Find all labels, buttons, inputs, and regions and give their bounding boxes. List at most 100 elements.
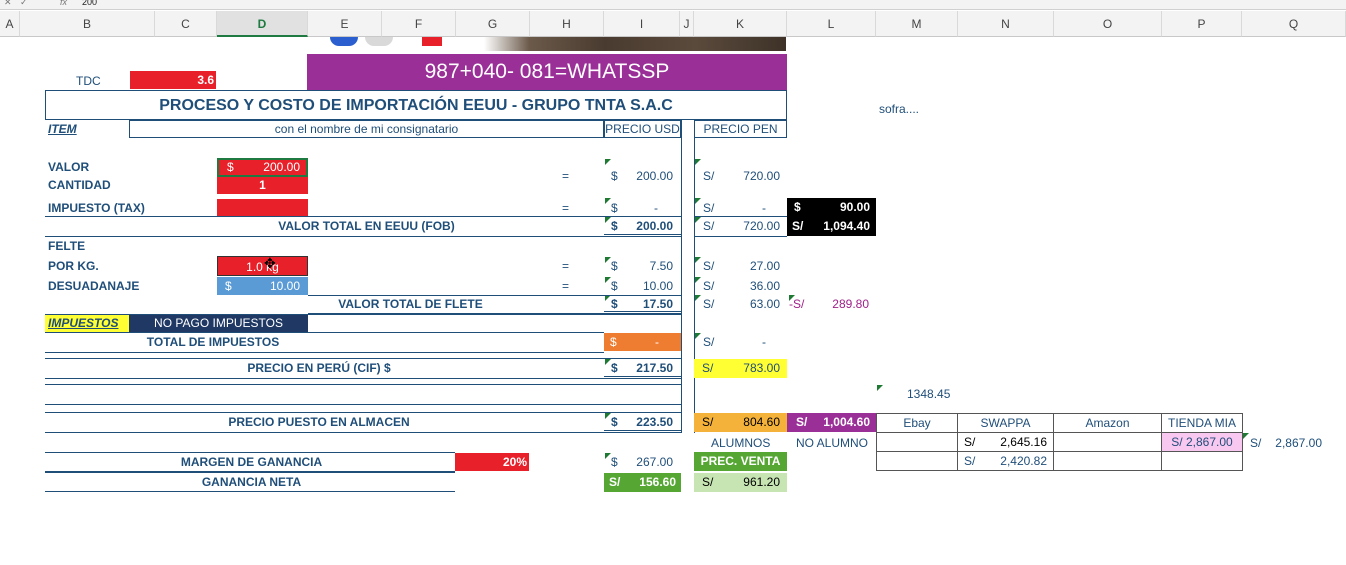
ganancia-usd-box: S/ 156.60 bbox=[604, 473, 681, 492]
market-cell-amazon-2[interactable] bbox=[1053, 451, 1162, 471]
fob-extra-currency: S/ bbox=[792, 219, 804, 233]
col-header-j[interactable]: J bbox=[680, 11, 694, 37]
col-header-g[interactable]: G bbox=[456, 11, 530, 37]
col-header-c[interactable]: C bbox=[155, 11, 217, 37]
impuesto-extra: $ 90.00 bbox=[787, 198, 876, 217]
impuesto-extra-value: 90.00 bbox=[839, 200, 870, 214]
col-header-m[interactable]: M bbox=[876, 11, 958, 37]
desuadanaje-usd-currency: $ bbox=[611, 279, 618, 293]
margen-input[interactable]: 20% bbox=[455, 453, 529, 471]
prec-venta-label: PREC. VENTA bbox=[694, 452, 787, 471]
almacen-pen-box: S/ 804.60 bbox=[694, 413, 787, 432]
col-header-l[interactable]: L bbox=[787, 11, 876, 37]
col-header-f[interactable]: F bbox=[382, 11, 456, 37]
comment-marker bbox=[695, 295, 701, 301]
market-header-swappa[interactable]: SWAPPA bbox=[957, 413, 1054, 433]
cancel-icon[interactable]: ✕ bbox=[4, 0, 12, 8]
whatsapp-banner: 987+040- 081=WHATSSP bbox=[307, 54, 787, 90]
cantidad-input[interactable]: 1 bbox=[217, 177, 308, 194]
market-cell-ebay-1[interactable] bbox=[876, 432, 958, 452]
market-cell-tienda-1[interactable]: S/ 2,867.00 bbox=[1161, 432, 1243, 452]
title-box: PROCESO Y COSTO DE IMPORTACIÓN EEUU - GR… bbox=[45, 90, 787, 120]
item-header: ITEM bbox=[48, 122, 77, 136]
market-cell-swappa-2[interactable]: S/ 2,420.82 bbox=[957, 451, 1054, 471]
impuesto-usd-currency: $ bbox=[611, 201, 618, 215]
almacen-pen-currency: S/ bbox=[702, 415, 714, 429]
market-cell-swappa-1[interactable]: S/ 2,645.16 bbox=[957, 432, 1054, 452]
market-cell-amazon-1[interactable] bbox=[1053, 432, 1162, 452]
swappa1-value: 2,645.16 bbox=[1000, 435, 1047, 449]
pen-header: PRECIO PEN bbox=[694, 120, 787, 138]
almacen-extra-currency: S/ bbox=[796, 415, 808, 429]
col-header-d[interactable]: D bbox=[217, 11, 308, 37]
valor-pen-currency: S/ bbox=[703, 169, 715, 183]
porkg-label: POR KG. bbox=[48, 259, 99, 273]
ganancia-usd-currency: S/ bbox=[609, 475, 621, 489]
consignee-header[interactable]: con el nombre de mi consignatario bbox=[129, 120, 604, 138]
margen-usd-currency: $ bbox=[611, 455, 618, 469]
desuadanaje-pen-currency: S/ bbox=[703, 279, 715, 293]
comment-marker bbox=[695, 198, 701, 204]
cif-usd-border bbox=[604, 358, 681, 379]
fob-extra: S/ 1,094.40 bbox=[787, 217, 876, 236]
logo-gray-icon bbox=[365, 37, 393, 46]
tdc-label: TDC bbox=[76, 74, 101, 88]
col-header-i[interactable]: I bbox=[604, 11, 680, 37]
impuesto-extra-currency: $ bbox=[794, 200, 801, 214]
almacen-border bbox=[45, 412, 604, 433]
col-header-e[interactable]: E bbox=[308, 11, 382, 37]
comment-marker bbox=[695, 277, 701, 283]
flete-extra: 289.80 bbox=[832, 297, 869, 311]
col-header-p[interactable]: P bbox=[1162, 11, 1242, 37]
fob-usd-border bbox=[604, 216, 681, 237]
row-line bbox=[45, 404, 681, 405]
valor-usd-currency: $ bbox=[611, 169, 618, 183]
formula-bar[interactable]: ✕ ✓ fx 200 bbox=[0, 0, 1346, 10]
sofra-note: sofra.... bbox=[879, 102, 920, 116]
valor-input[interactable]: $ 200.00 bbox=[217, 158, 308, 177]
swappa2-value: 2,420.82 bbox=[1000, 454, 1047, 468]
market-cell-ebay-2[interactable] bbox=[876, 451, 958, 471]
tdc-input[interactable]: 3.6 bbox=[130, 71, 216, 89]
header-photo bbox=[484, 37, 786, 51]
col-header-q[interactable]: Q bbox=[1242, 11, 1346, 37]
outside-value: 2,867.00 bbox=[1275, 436, 1322, 450]
col-header-h[interactable]: H bbox=[530, 11, 604, 37]
cif-pen: 783.00 bbox=[743, 361, 780, 375]
col-header-k[interactable]: K bbox=[694, 11, 787, 37]
confirm-icon[interactable]: ✓ bbox=[20, 0, 28, 8]
porkg-input[interactable]: 1.0 kg bbox=[217, 256, 308, 276]
no-alumno-label: NO ALUMNO bbox=[796, 436, 869, 450]
impuestos-label: IMPUESTOS bbox=[48, 316, 119, 330]
ganancia-pen-currency: S/ bbox=[702, 475, 714, 489]
impuestos-dropdown[interactable]: NO PAGO IMPUESTOS bbox=[129, 315, 308, 332]
col-header-n[interactable]: N bbox=[958, 11, 1054, 37]
flete-extra-currency: -S/ bbox=[789, 297, 805, 311]
formula-input[interactable]: 200 bbox=[82, 0, 97, 7]
margen-border bbox=[45, 452, 455, 472]
row-line bbox=[45, 384, 681, 385]
swappa1-currency: S/ bbox=[964, 435, 976, 449]
col-header-a[interactable]: A bbox=[0, 11, 20, 37]
desuadanaje-input[interactable]: $ 10.00 bbox=[217, 277, 308, 295]
valor-input-value: 200.00 bbox=[263, 160, 300, 174]
market-header-tienda[interactable]: TIENDA MIA bbox=[1161, 413, 1243, 433]
almacen-extra: 1,004.60 bbox=[823, 415, 870, 429]
fx-icon: fx bbox=[60, 0, 68, 7]
impuesto-input[interactable] bbox=[217, 199, 308, 216]
felte-label: FELTE bbox=[48, 239, 86, 253]
usd-header: PRECIO USD bbox=[604, 120, 681, 138]
market-header-ebay[interactable]: Ebay bbox=[876, 413, 958, 433]
fob-pen-border bbox=[694, 216, 787, 237]
impuesto-label: IMPUESTO (TAX) bbox=[48, 201, 145, 215]
col-header-o[interactable]: O bbox=[1054, 11, 1162, 37]
desuadanaje-usd: 10.00 bbox=[642, 279, 673, 293]
market-header-amazon[interactable]: Amazon bbox=[1053, 413, 1162, 433]
porkg-usd-currency: $ bbox=[611, 259, 618, 273]
valor-usd: 200.00 bbox=[636, 169, 673, 183]
total-impuestos-usd: - bbox=[655, 335, 659, 349]
logo-red-icon bbox=[422, 37, 442, 46]
market-cell-tienda-2[interactable] bbox=[1161, 451, 1243, 471]
col-header-b[interactable]: B bbox=[20, 11, 155, 37]
flete-pen-currency: S/ bbox=[703, 297, 715, 311]
